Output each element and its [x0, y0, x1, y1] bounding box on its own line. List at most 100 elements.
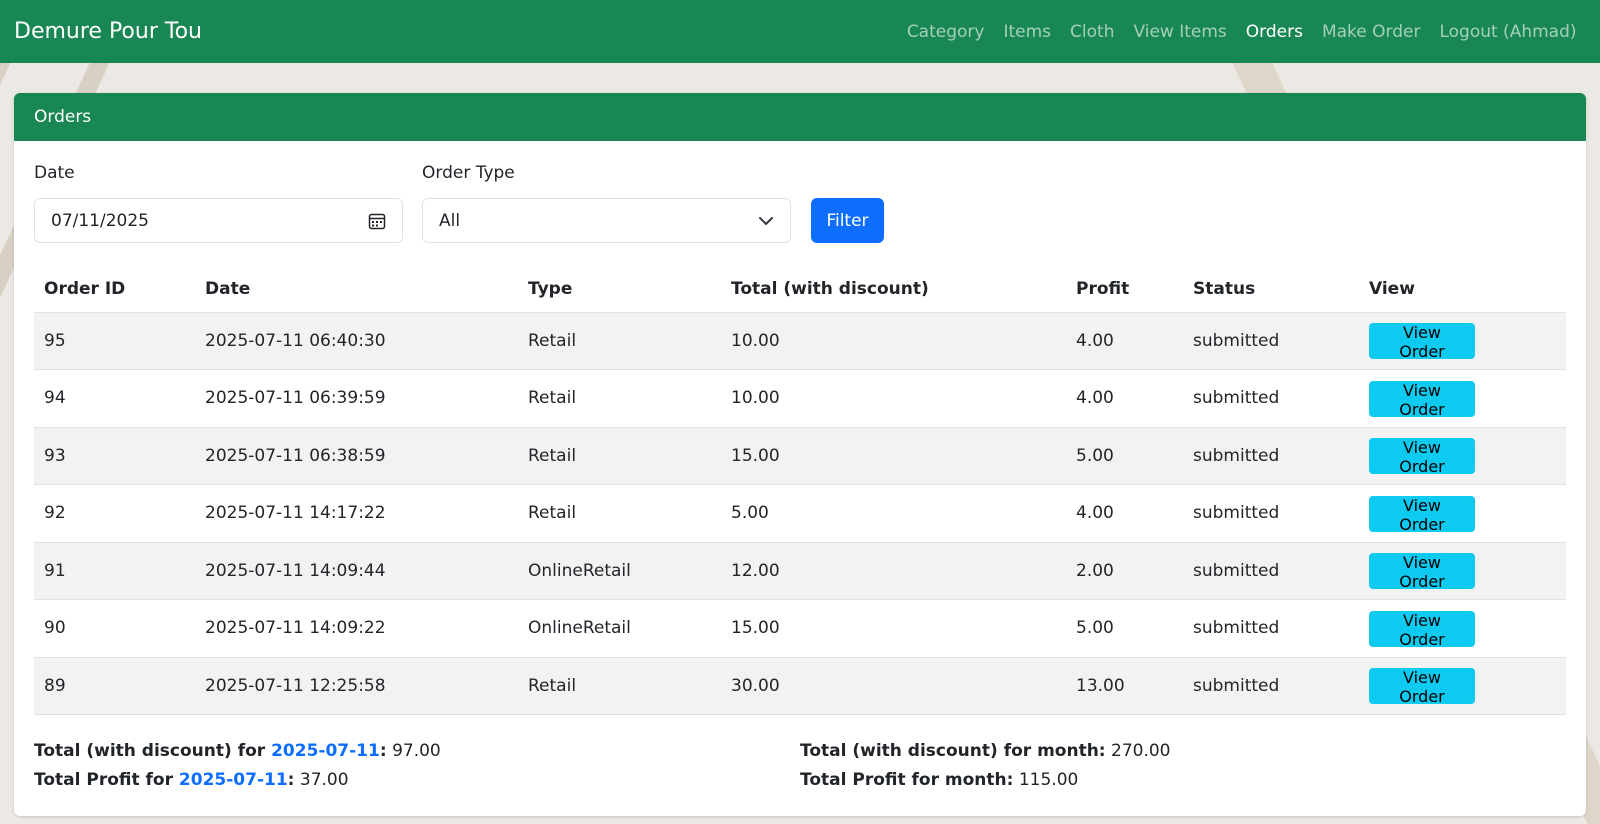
header-total: Total (with discount) — [721, 267, 1066, 313]
nav-link-items[interactable]: Items — [994, 22, 1061, 42]
order-type-field: Order Type All — [422, 163, 791, 243]
table-row: 89 2025-07-11 12:25:58 Retail 30.00 13.0… — [34, 657, 1566, 715]
cell-view: View Order — [1359, 312, 1566, 370]
cell-date: 2025-07-11 14:09:44 — [195, 542, 518, 600]
header-type: Type — [518, 267, 721, 313]
daily-profit-value: 37.00 — [299, 770, 349, 790]
cell-profit: 4.00 — [1066, 369, 1183, 428]
table-row: 94 2025-07-11 06:39:59 Retail 10.00 4.00… — [34, 369, 1566, 428]
date-input[interactable]: 07/11/2025 — [34, 198, 403, 243]
cell-status: submitted — [1183, 427, 1359, 485]
daily-total-line: Total (with discount) for 2025-07-11: 97… — [34, 737, 800, 766]
order-type-select[interactable]: All — [422, 198, 791, 243]
date-input-value: 07/11/2025 — [51, 210, 149, 231]
table-row: 95 2025-07-11 06:40:30 Retail 10.00 4.00… — [34, 312, 1566, 370]
cell-order-id: 92 — [34, 484, 195, 543]
header-status: Status — [1183, 267, 1359, 313]
cell-type: Retail — [518, 427, 721, 485]
header-row: Order ID Date Type Total (with discount)… — [34, 267, 1566, 313]
cell-total: 15.00 — [721, 427, 1066, 485]
cell-date: 2025-07-11 14:17:22 — [195, 484, 518, 543]
cell-status: submitted — [1183, 657, 1359, 715]
cell-view: View Order — [1359, 369, 1566, 428]
cell-total: 15.00 — [721, 599, 1066, 658]
nav-link-orders[interactable]: Orders — [1236, 22, 1312, 42]
cell-view: View Order — [1359, 484, 1566, 543]
cell-type: OnlineRetail — [518, 599, 721, 658]
daily-total-date: 2025-07-11 — [271, 741, 380, 761]
orders-table: Order ID Date Type Total (with discount)… — [34, 267, 1566, 715]
daily-total-colon: : — [379, 741, 387, 761]
cell-total: 10.00 — [721, 312, 1066, 370]
nav-link-logout[interactable]: Logout (Ahmad) — [1430, 22, 1586, 42]
cell-status: submitted — [1183, 484, 1359, 543]
cell-view: View Order — [1359, 427, 1566, 485]
cell-status: submitted — [1183, 312, 1359, 370]
date-field: Date 07/11/2025 — [34, 163, 403, 243]
view-order-button[interactable]: View Order — [1369, 495, 1475, 534]
order-type-label: Order Type — [422, 163, 515, 183]
cell-type: Retail — [518, 657, 721, 715]
daily-profit-date: 2025-07-11 — [178, 770, 288, 790]
cell-order-id: 91 — [34, 542, 195, 600]
nav-link-category[interactable]: Category — [897, 22, 994, 42]
table-row: 92 2025-07-11 14:17:22 Retail 5.00 4.00 … — [34, 484, 1566, 543]
monthly-totals: Total (with discount) for month: 270.00 … — [800, 737, 1566, 795]
monthly-profit-value: 115.00 — [1018, 770, 1079, 790]
view-order-button[interactable]: View Order — [1369, 323, 1475, 361]
view-order-button[interactable]: View Order — [1369, 380, 1475, 419]
cell-total: 10.00 — [721, 369, 1066, 428]
navbar: Demure Pour Tou Category Items Cloth Vie… — [0, 0, 1600, 63]
cell-view: View Order — [1359, 657, 1566, 715]
view-order-button[interactable]: View Order — [1369, 610, 1475, 649]
cell-type: Retail — [518, 369, 721, 428]
view-order-button[interactable]: View Order — [1369, 438, 1475, 476]
cell-date: 2025-07-11 06:38:59 — [195, 427, 518, 485]
table-row: 90 2025-07-11 14:09:22 OnlineRetail 15.0… — [34, 599, 1566, 658]
cell-profit: 2.00 — [1066, 542, 1183, 600]
cell-total: 30.00 — [721, 657, 1066, 715]
header-order-id: Order ID — [34, 267, 195, 313]
calendar-icon[interactable] — [368, 212, 386, 230]
cell-type: Retail — [518, 484, 721, 543]
cell-date: 2025-07-11 06:39:59 — [195, 369, 518, 428]
daily-totals: Total (with discount) for 2025-07-11: 97… — [34, 737, 800, 795]
view-order-button[interactable]: View Order — [1369, 668, 1475, 706]
cell-profit: 4.00 — [1066, 312, 1183, 370]
cell-date: 2025-07-11 12:25:58 — [195, 657, 518, 715]
cell-profit: 4.00 — [1066, 484, 1183, 543]
table-row: 93 2025-07-11 06:38:59 Retail 15.00 5.00… — [34, 427, 1566, 485]
cell-type: Retail — [518, 312, 721, 370]
cell-status: submitted — [1183, 369, 1359, 428]
nav-link-make-order[interactable]: Make Order — [1312, 22, 1430, 42]
cell-view: View Order — [1359, 542, 1566, 600]
header-view: View — [1359, 267, 1566, 313]
filter-form: Date 07/11/2025 Order Type All Filter — [34, 161, 1566, 243]
cell-profit: 13.00 — [1066, 657, 1183, 715]
nav-link-view-items[interactable]: View Items — [1124, 22, 1236, 42]
cell-total: 5.00 — [721, 484, 1066, 543]
cell-order-id: 94 — [34, 369, 195, 428]
filter-button[interactable]: Filter — [811, 198, 884, 243]
cell-order-id: 95 — [34, 312, 195, 370]
card-title: Orders — [34, 107, 92, 127]
cell-order-id: 93 — [34, 427, 195, 485]
monthly-total-line: Total (with discount) for month: 270.00 — [800, 737, 1566, 766]
monthly-total-label: Total (with discount) for month: — [800, 741, 1106, 761]
cell-view: View Order — [1359, 599, 1566, 658]
cell-total: 12.00 — [721, 542, 1066, 600]
cell-order-id: 90 — [34, 599, 195, 658]
header-date: Date — [195, 267, 518, 313]
cell-status: submitted — [1183, 542, 1359, 600]
date-label: Date — [34, 163, 75, 183]
cell-date: 2025-07-11 14:09:22 — [195, 599, 518, 658]
table-body: 95 2025-07-11 06:40:30 Retail 10.00 4.00… — [34, 312, 1566, 715]
monthly-profit-line: Total Profit for month: 115.00 — [800, 766, 1566, 795]
view-order-button[interactable]: View Order — [1369, 553, 1475, 591]
cell-profit: 5.00 — [1066, 427, 1183, 485]
cell-date: 2025-07-11 06:40:30 — [195, 312, 518, 370]
cell-status: submitted — [1183, 599, 1359, 658]
nav-link-cloth[interactable]: Cloth — [1061, 22, 1124, 42]
brand-logo[interactable]: Demure Pour Tou — [14, 19, 202, 44]
cell-profit: 5.00 — [1066, 599, 1183, 658]
